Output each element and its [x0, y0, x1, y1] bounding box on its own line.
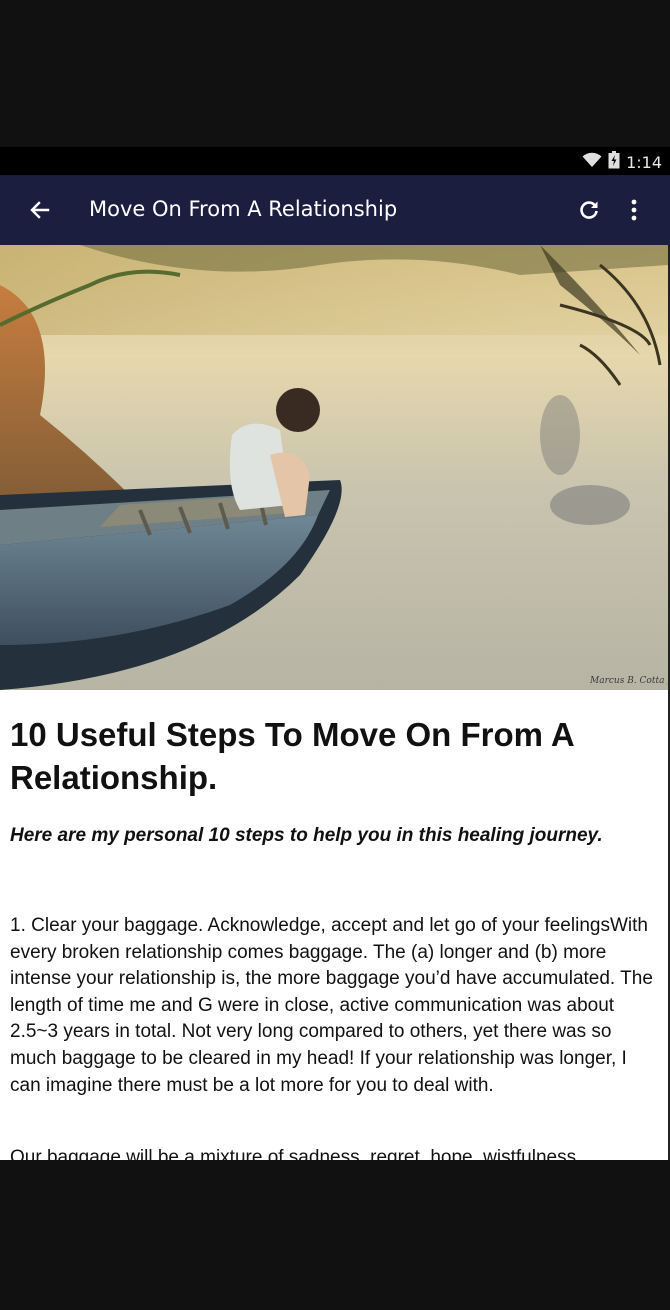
refresh-icon [580, 201, 598, 219]
back-button[interactable] [20, 193, 60, 227]
top-black-band [0, 0, 670, 147]
wifi-icon [582, 152, 602, 172]
arrow-left-icon [30, 201, 50, 219]
app-title: Move On From A Relationship [89, 197, 398, 221]
article-content[interactable]: Marcus B. Cotta photography 10 Useful St… [0, 245, 668, 1160]
status-icons: 1:14 [582, 151, 662, 173]
photo-credit: Marcus B. Cotta photography [589, 676, 668, 686]
status-time: 1:14 [626, 152, 662, 172]
article-subtitle: Here are my personal 10 steps to help yo… [10, 825, 603, 846]
hero-image: Marcus B. Cotta photography [0, 245, 668, 690]
article-paragraph-2: Our baggage will be a mixture of sadness… [10, 1147, 577, 1160]
article-paragraph-1: 1. Clear your baggage. Acknowledge, acce… [10, 915, 653, 1096]
refresh-button[interactable] [572, 193, 606, 227]
more-vertical-icon [631, 199, 637, 221]
app-bar: Move On From A Relationship [0, 175, 670, 245]
article-title: 10 Useful Steps To Move On From A Relati… [10, 716, 574, 796]
battery-icon [608, 151, 620, 173]
more-options-button[interactable] [618, 193, 650, 227]
status-bar: 1:14 [0, 147, 670, 175]
bottom-black-band [0, 1160, 670, 1310]
